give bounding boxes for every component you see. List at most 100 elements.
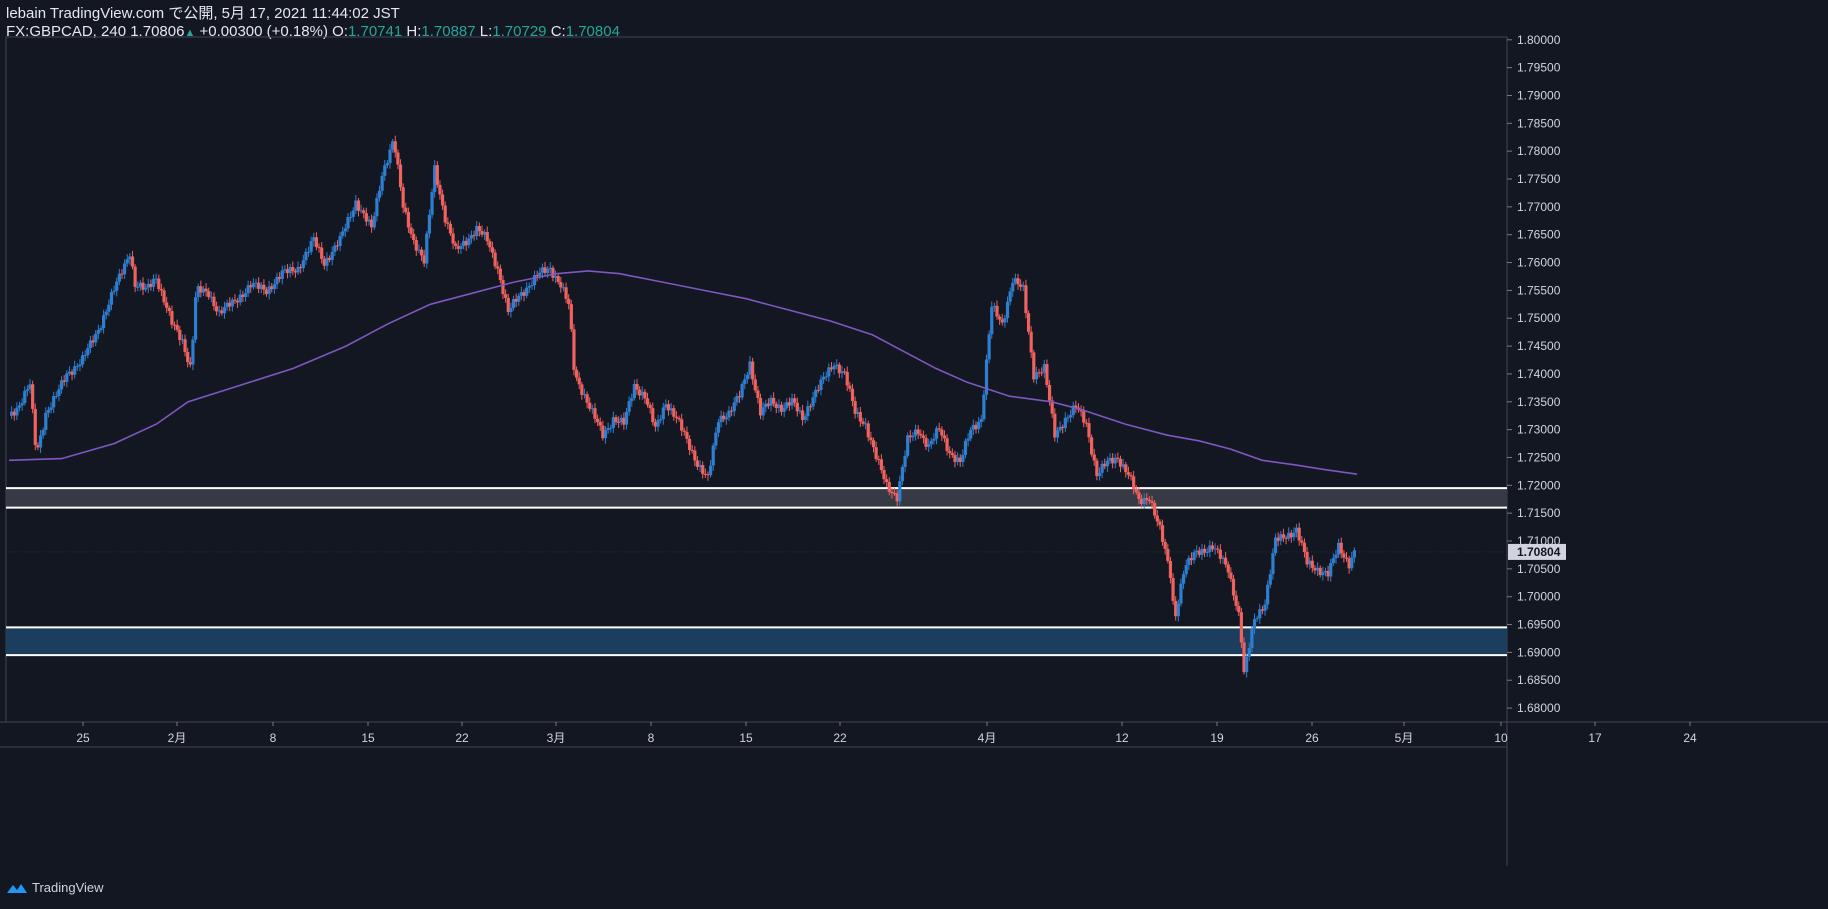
candle-body [743,379,747,385]
candle-body [1252,619,1257,629]
candle-body [803,416,807,420]
candle-body [362,210,366,214]
candle-body [645,398,650,405]
candle-body [451,233,455,244]
candle-body [1192,552,1196,561]
x-tick-label: 22 [455,731,469,745]
candle-body [157,278,161,290]
candle-body [1155,515,1159,522]
candle-body [509,307,513,313]
x-tick-label: 26 [1305,731,1319,745]
candle-body [425,233,429,264]
x-tick-label: 8 [270,731,277,745]
y-tick-label: 1.78500 [1517,116,1561,130]
candle-body [504,294,508,298]
candle-body [493,252,497,267]
candle-body [107,304,111,312]
candle-body [1297,527,1301,541]
y-tick-label: 1.69500 [1517,618,1561,632]
candle-body [477,226,481,231]
candle-body [385,163,389,166]
candle-body [814,389,818,398]
candle-body [866,423,870,438]
y-tick-label: 1.74000 [1517,367,1561,381]
candle-body [1334,554,1338,559]
candle-body [167,307,171,312]
candle-body [793,398,797,403]
candle-body [346,217,350,229]
candle-body [501,280,505,295]
candle-body [1166,548,1170,561]
candle-body [448,223,453,234]
candle-body [412,233,416,241]
candle-body [948,451,952,454]
candle-body [979,419,983,422]
candle-body [170,311,174,325]
candle-body [1105,460,1109,467]
candle-body [459,246,463,249]
candle-body [65,373,69,382]
candle-body [496,266,500,269]
candle-body [574,369,579,378]
candle-body [440,194,445,206]
candle-body [1255,618,1259,620]
candle-body [559,282,563,288]
candle-body [20,403,24,406]
candle-body [467,238,471,246]
candle-body [488,241,492,248]
candle-body [990,306,994,335]
candle-body [396,152,400,165]
resistance-zone[interactable] [6,488,1507,508]
candle-body [782,407,786,412]
candle-body [356,200,361,211]
candle-body [94,333,98,343]
candle-body [1205,551,1209,553]
candle-body [1321,572,1325,576]
candle-body [761,407,765,416]
candle-body [693,450,697,461]
candle-body [446,222,450,224]
candle-body [848,385,852,389]
candle-body [1082,411,1086,423]
candle-body [348,216,353,218]
x-tick-label: 12 [1115,731,1129,745]
candle-body [850,388,855,402]
candle-body [882,469,886,480]
candle-body [772,397,776,404]
x-tick-label: 24 [1683,731,1697,745]
candle-body [341,231,345,236]
candle-body [212,296,216,307]
candle-body [674,416,679,418]
candle-body [1224,557,1228,565]
candle-body [133,266,137,287]
candle-body [651,408,655,423]
tradingview-logo-icon [7,883,27,893]
candle-body [1024,285,1028,314]
candle-body [162,290,166,303]
candle-body [714,432,718,446]
candle-body [383,165,387,176]
y-tick-label: 1.70500 [1517,562,1561,576]
candle-body [672,408,676,417]
candle-body [756,390,760,399]
candle-body [1150,501,1154,504]
candle-body [204,288,208,292]
candle-body [388,149,392,164]
candle-body [17,405,22,408]
candle-body [1237,605,1241,613]
candle-body [603,430,608,439]
price-chart[interactable]: 1.80000 1.79500 1.79000 1.78500 1.78000 1.775… [0,0,1828,909]
x-tick-label: 4月 [978,731,997,745]
support-zone[interactable] [6,627,1507,656]
y-tick-label: 1.75500 [1517,283,1561,297]
candle-body [1181,574,1186,584]
candle-body [1026,313,1031,332]
candle-body [942,435,947,439]
candle-body [309,241,313,252]
candle-body [291,267,295,272]
candle-body [304,251,308,261]
candle-body [832,365,836,370]
candle-body [824,376,828,378]
candle-body [338,235,342,246]
candle-body [1239,612,1243,643]
